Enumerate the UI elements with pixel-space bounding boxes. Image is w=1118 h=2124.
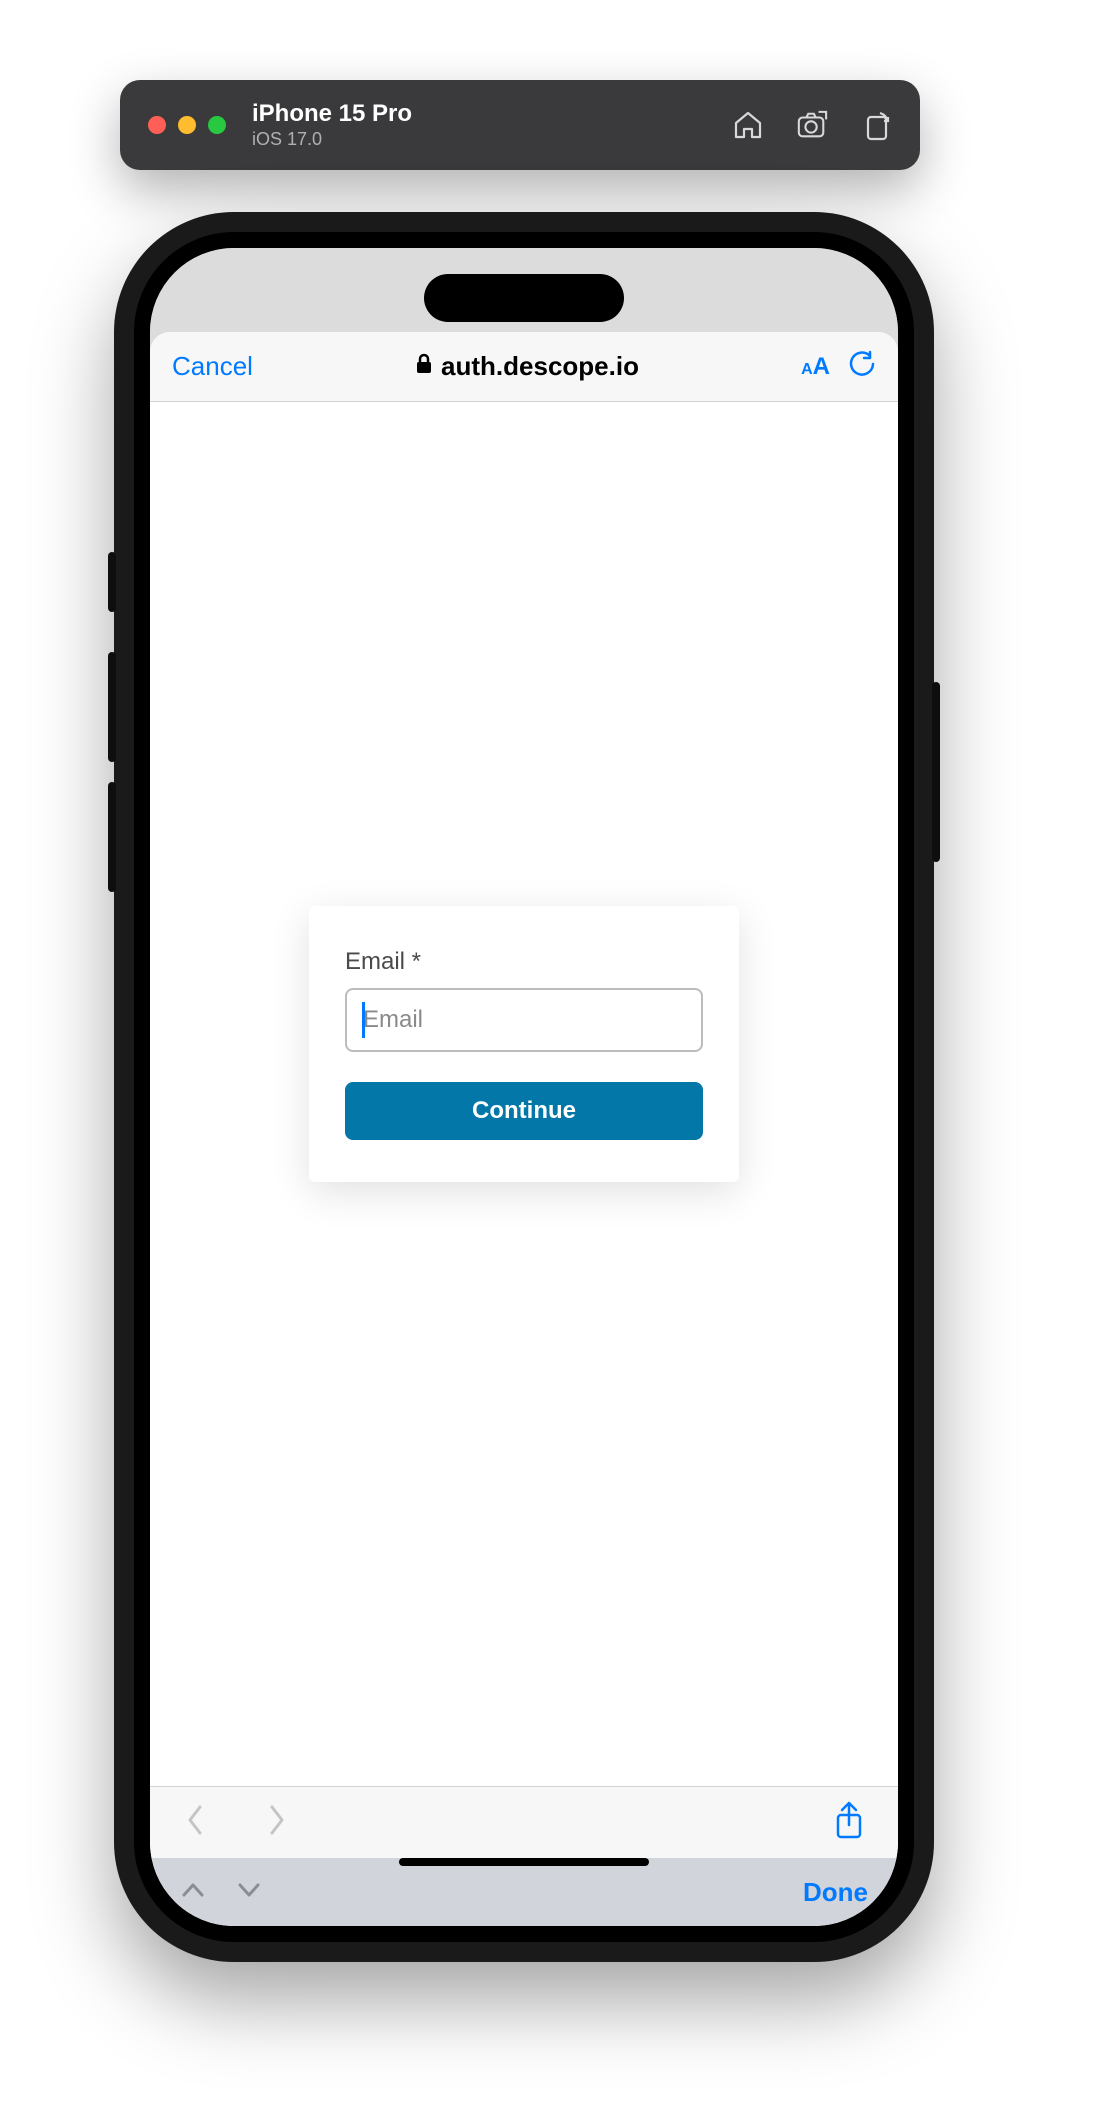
safari-bottom-toolbar xyxy=(150,1786,898,1858)
volume-down-button[interactable] xyxy=(108,782,116,892)
simulator-os-version: iOS 17.0 xyxy=(252,129,412,151)
zoom-window-button[interactable] xyxy=(208,116,226,134)
page-content: Email * Continue xyxy=(150,402,898,1786)
volume-mute-switch[interactable] xyxy=(108,552,116,612)
auth-card: Email * Continue xyxy=(309,906,739,1182)
safari-navigation-bar: Cancel auth.descope.io AA xyxy=(150,332,898,402)
text-size-button[interactable]: AA xyxy=(801,353,830,381)
screenshot-icon[interactable] xyxy=(796,109,828,141)
keyboard-done-button[interactable]: Done xyxy=(803,1877,868,1908)
reload-button[interactable] xyxy=(848,350,876,383)
window-traffic-lights xyxy=(148,116,226,134)
home-indicator[interactable] xyxy=(399,1858,649,1866)
email-field[interactable] xyxy=(345,988,703,1052)
previous-field-button[interactable] xyxy=(180,1880,206,1905)
volume-up-button[interactable] xyxy=(108,652,116,762)
close-window-button[interactable] xyxy=(148,116,166,134)
rotate-icon[interactable] xyxy=(860,109,892,141)
share-button[interactable] xyxy=(834,1801,864,1844)
url-display[interactable]: auth.descope.io xyxy=(263,351,791,382)
simulator-titlebar: iPhone 15 Pro iOS 17.0 xyxy=(120,80,920,170)
email-input-wrapper xyxy=(345,988,703,1052)
back-button[interactable] xyxy=(184,1803,206,1842)
simulator-device-name: iPhone 15 Pro xyxy=(252,100,412,129)
dynamic-island xyxy=(424,274,624,322)
lock-icon xyxy=(415,351,433,382)
simulator-title-block: iPhone 15 Pro iOS 17.0 xyxy=(252,100,412,150)
next-field-button[interactable] xyxy=(236,1880,262,1905)
url-host-text: auth.descope.io xyxy=(441,351,639,382)
device-screen: Cancel auth.descope.io AA Email * xyxy=(150,248,898,1926)
home-icon[interactable] xyxy=(732,109,764,141)
cancel-button[interactable]: Cancel xyxy=(172,351,253,382)
device-frame: Cancel auth.descope.io AA Email * xyxy=(114,212,934,1962)
continue-button[interactable]: Continue xyxy=(345,1082,703,1140)
email-label: Email * xyxy=(345,948,703,976)
forward-button[interactable] xyxy=(266,1803,288,1842)
keyboard-accessory-bar: Done xyxy=(150,1858,898,1926)
safari-auth-sheet: Cancel auth.descope.io AA Email * xyxy=(150,332,898,1926)
power-button[interactable] xyxy=(932,682,940,862)
minimize-window-button[interactable] xyxy=(178,116,196,134)
